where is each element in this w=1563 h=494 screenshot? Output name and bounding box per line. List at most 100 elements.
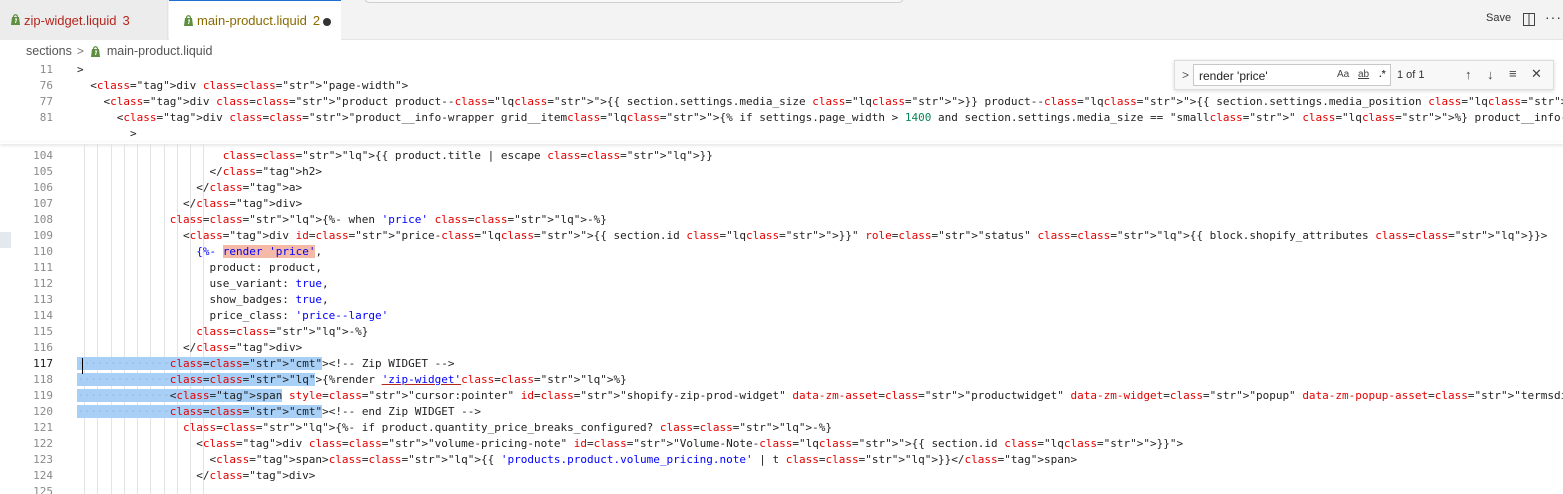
code-line[interactable]: 114 price_class: 'price--large' [0,308,1563,324]
code-line[interactable]: 122 <class="tag">div class=class="str">"… [0,436,1563,452]
line-number[interactable]: 111 [0,260,53,276]
line-number[interactable]: 121 [0,420,53,436]
line-number[interactable]: 114 [0,308,53,324]
code-text[interactable]: price_class: 'price--large' [77,308,388,324]
code-text[interactable]: class=class="str">"lq">{%- when 'price' … [77,212,607,228]
tab-zip-widget[interactable]: zip-widget.liquid 3 [0,0,168,40]
code-text[interactable]: > [77,126,137,142]
code-line[interactable]: 113 show_badges: true, [0,292,1563,308]
line-number[interactable]: 119 [0,388,53,404]
line-number[interactable]: 76 [0,78,53,94]
line-number[interactable]: 110 [0,244,53,260]
toggle-replace-chevron-icon[interactable]: > [1182,68,1189,82]
line-number[interactable]: 109 [0,228,53,244]
line-number[interactable]: 108 [0,212,53,228]
text-cursor [82,358,83,374]
code-line[interactable]: 125 [0,484,1563,494]
code-line[interactable]: 118 ··············class=class="str">"lq">… [0,372,1563,388]
unsaved-dot-icon[interactable] [323,18,331,26]
code-line[interactable]: 123 <class="tag">span>class=class="str">… [0,452,1563,468]
code-text[interactable]: show_badges: true, [77,292,328,308]
breadcrumb-folder[interactable]: sections [26,44,72,58]
code-text[interactable]: > [77,62,84,78]
code-editor[interactable]: 11 >76 <class="tag">div class=class="str"… [0,62,1563,494]
line-number[interactable]: 120 [0,404,53,420]
breadcrumb-file[interactable]: main-product.liquid [107,44,213,58]
match-case-icon[interactable]: Aa [1337,69,1349,80]
code-text[interactable]: ··············class=class="str">"cmt"><!… [77,404,481,420]
code-text[interactable]: class=class="str">"lq">-%} [77,324,368,340]
line-number[interactable]: 105 [0,164,53,180]
code-line[interactable]: 104 class=class="str">"lq">{{ product.ti… [0,148,1563,164]
code-text[interactable]: ··············class=class="str">"lq">{%r… [77,372,627,388]
code-text[interactable]: <class="tag">div class=class="str">"page… [77,78,408,94]
line-number[interactable]: 77 [0,94,53,110]
code-text[interactable]: class=class="str">"lq">{%- if product.qu… [77,420,832,436]
line-number[interactable]: 122 [0,436,53,452]
line-number[interactable]: 113 [0,292,53,308]
code-line[interactable]: 119 ··············<class="tag">span style… [0,388,1563,404]
line-number[interactable]: 116 [0,340,53,356]
line-number[interactable]: 106 [0,180,53,196]
save-button[interactable]: Save [1486,12,1511,24]
code-line[interactable]: 121 class=class="str">"lq">{%- if produc… [0,420,1563,436]
line-number[interactable]: 112 [0,276,53,292]
problem-count-badge: 3 [122,12,130,28]
code-text[interactable]: class=class="str">"lq">{{ product.title … [77,148,713,164]
code-line[interactable]: 117 ··············class=class="str">"cmt"… [0,356,1563,372]
code-text[interactable]: </class="tag">h2> [77,164,322,180]
line-number[interactable]: 104 [0,148,53,164]
code-line[interactable]: 116 </class="tag">div> [0,340,1563,356]
code-text[interactable]: use_variant: true, [77,276,328,292]
tab-main-product[interactable]: main-product.liquid 2 [169,0,341,40]
next-match-icon[interactable]: ↓ [1487,67,1494,82]
chevron-right-icon: > [76,44,84,58]
code-text[interactable]: </class="tag">div> [77,468,315,484]
code-line[interactable]: 111 product: product, [0,260,1563,276]
code-line[interactable]: 110 {%- render 'price', [0,244,1563,260]
line-number[interactable]: 115 [0,324,53,340]
split-editor-icon[interactable] [1523,13,1535,26]
command-center-edge[interactable] [364,0,904,3]
find-result-count: 1 of 1 [1397,69,1425,81]
line-number[interactable]: 117 [0,356,53,372]
line-number[interactable]: 125 [0,484,53,494]
code-line[interactable]: 105 </class="tag">h2> [0,164,1563,180]
close-icon[interactable]: ✕ [1531,66,1542,82]
more-actions-icon[interactable]: ··· [1545,9,1562,25]
code-text[interactable]: {%- render 'price', [77,244,322,260]
line-number[interactable]: 107 [0,196,53,212]
code-line[interactable]: 109 <class="tag">div id=class="str">"pri… [0,228,1563,244]
code-text[interactable]: <class="tag">div class=class="str">"prod… [77,94,1563,110]
code-line[interactable]: 106 </class="tag">a> [0,180,1563,196]
code-text[interactable]: ··············<class="tag">span style=cl… [77,388,1563,404]
match-whole-word-icon[interactable]: ab [1358,69,1369,80]
code-line[interactable]: 115 class=class="str">"lq">-%} [0,324,1563,340]
code-text[interactable]: </class="tag">div> [77,340,302,356]
code-text[interactable]: </class="tag">div> [77,196,302,212]
line-number[interactable]: 124 [0,468,53,484]
editor-tab-bar: zip-widget.liquid 3 main-product.liquid … [0,0,1563,40]
find-in-selection-icon[interactable]: ≡ [1509,66,1517,81]
code-text[interactable]: <class="tag">div class=class="str">"volu… [77,436,1183,452]
use-regex-icon[interactable]: .* [1379,69,1386,80]
code-text[interactable]: product: product, [77,260,322,276]
line-number[interactable]: 11 [0,62,53,78]
code-line[interactable]: 112 use_variant: true, [0,276,1563,292]
code-line[interactable]: 108 class=class="str">"lq">{%- when 'pri… [0,212,1563,228]
code-text[interactable]: <class="tag">div class=class="str">"prod… [77,110,1563,126]
code-text[interactable]: <class="tag">span>class=class="str">"lq"… [77,452,1077,468]
sticky-scroll-line[interactable]: 77 <class="tag">div class=class="str">"p… [0,94,1563,110]
line-number[interactable]: 123 [0,452,53,468]
sticky-scroll-line[interactable]: 81 <class="tag">div class=class="str">"p… [0,110,1563,126]
code-text[interactable]: ··············class=class="str">"cmt"><!… [77,356,455,372]
previous-match-icon[interactable]: ↑ [1465,67,1472,82]
code-line[interactable]: 120 ··············class=class="str">"cmt"… [0,404,1563,420]
code-text[interactable]: <class="tag">div id=class="str">"price-c… [77,228,1547,244]
code-text[interactable]: </class="tag">a> [77,180,302,196]
line-number[interactable]: 81 [0,110,53,126]
sticky-scroll-line[interactable]: > [0,126,1563,142]
code-line[interactable]: 107 </class="tag">div> [0,196,1563,212]
line-number[interactable]: 118 [0,372,53,388]
code-line[interactable]: 124 </class="tag">div> [0,468,1563,484]
